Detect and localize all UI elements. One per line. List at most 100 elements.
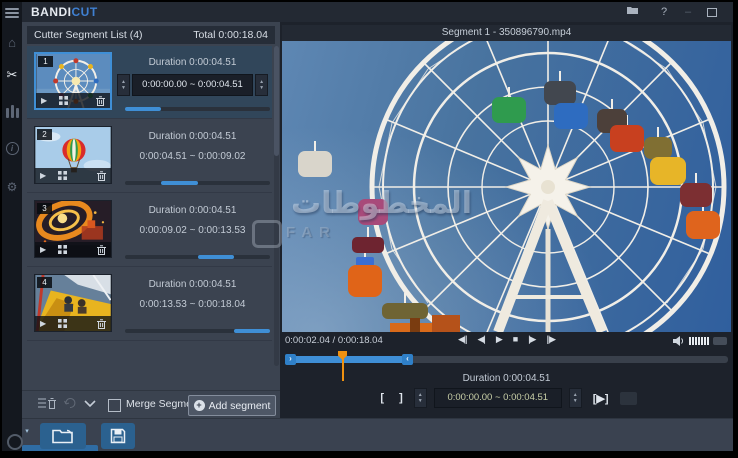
bandicut-window: ⌂ ✂ i ⚙ BANDICUT ? – Cutter Segment List… <box>2 2 733 451</box>
next-frame-button[interactable]: |▶ <box>528 334 535 345</box>
timeline[interactable]: › ‹ <box>285 354 728 365</box>
repeat-section-button[interactable] <box>620 392 637 405</box>
segment-list-panel: Cutter Segment List (4) Total 0:00:18.04… <box>22 22 280 418</box>
segment-progress <box>125 255 270 259</box>
settings-icon[interactable]: ⚙ <box>2 180 22 194</box>
segment-row[interactable]: 4 ▶ Duration 0:00:04.51 0:00:13.53 ~ 0:0… <box>27 268 272 341</box>
delete-all-segments-icon[interactable] <box>38 397 56 410</box>
trash-icon[interactable] <box>96 96 105 106</box>
home-icon[interactable]: ⌂ <box>2 36 22 50</box>
selection-range-input[interactable]: 0:00:00.00 ~ 0:00:04.51 <box>434 388 562 408</box>
play-icon[interactable]: ▶ <box>41 96 47 105</box>
folder-open-icon <box>52 429 74 444</box>
play-section-button[interactable]: [▶] <box>589 392 613 405</box>
range-spinner-right[interactable]: ▲▼ <box>569 388 582 408</box>
trash-icon[interactable] <box>97 171 106 181</box>
segment-progress <box>125 107 270 111</box>
chevron-down-icon[interactable] <box>84 400 96 407</box>
time-display: 0:00:02.04 / 0:00:18.04 <box>285 335 383 346</box>
status-circle-icon <box>7 434 23 450</box>
mark-out-button[interactable]: ] <box>395 392 407 404</box>
segment-progress <box>125 181 270 185</box>
join-icon[interactable] <box>2 104 22 118</box>
maximize-icon[interactable] <box>703 4 721 20</box>
player-title: Segment 1 - 350896790.mp4 <box>282 25 731 41</box>
info-icon[interactable]: i <box>2 140 22 155</box>
jump-start-button[interactable]: ◀|| <box>458 334 467 345</box>
speaker-icon[interactable] <box>672 335 685 347</box>
play-icon[interactable]: ▶ <box>40 319 46 328</box>
play-icon[interactable]: ▶ <box>40 171 46 180</box>
open-files-icon[interactable] <box>623 4 641 20</box>
undo-icon[interactable] <box>64 397 76 409</box>
segment-list-header: Cutter Segment List (4) Total 0:00:18.04 <box>27 26 275 44</box>
segment-progress <box>125 329 270 333</box>
save-icon <box>111 429 126 444</box>
segment-list-title: Cutter Segment List (4) <box>34 26 143 44</box>
segment-thumbnail[interactable]: 4 ▶ <box>34 274 112 332</box>
help-icon[interactable]: ? <box>655 4 673 20</box>
segment-range-input[interactable]: 0:00:00.00 ~ 0:00:04.51 <box>132 74 253 96</box>
player-controls: 0:00:02.04 / 0:00:18.04 ◀|| ◀| ▶ ■ |▶ ||… <box>280 333 733 350</box>
video-preview[interactable] <box>282 41 731 332</box>
thumbnail-toolbar: ▶ <box>36 93 110 108</box>
range-spinner-left[interactable]: ▲▼ <box>414 388 427 408</box>
player-panel: Segment 1 - 350896790.mp4 <box>280 22 733 418</box>
titlebar: BANDICUT ? – <box>22 2 733 22</box>
timeline-selection <box>285 356 412 363</box>
grid-icon[interactable] <box>59 96 68 105</box>
merge-segments-checkbox[interactable] <box>108 399 121 412</box>
add-segment-button[interactable]: + Add segment <box>188 395 276 416</box>
segment-number-badge: 4 <box>37 277 52 288</box>
segment-duration: Duration 0:00:04.51 <box>117 205 268 216</box>
jump-end-button[interactable]: ||▶ <box>546 334 555 345</box>
play-button[interactable]: ▶ <box>496 334 502 345</box>
selection-start-handle[interactable]: › <box>285 354 296 365</box>
ferris-wheel-image <box>282 41 731 332</box>
scrollbar-thumb[interactable] <box>274 46 279 156</box>
volume-level[interactable] <box>689 337 709 345</box>
segment-range: 0:00:09.02 ~ 0:00:13.53 <box>117 225 268 236</box>
menu-icon[interactable] <box>2 6 22 20</box>
open-file-button[interactable] <box>40 423 86 449</box>
plus-icon: + <box>194 400 205 411</box>
thumbnail-toolbar: ▶ <box>35 168 111 183</box>
stop-button[interactable]: ■ <box>513 334 517 345</box>
trash-icon[interactable] <box>97 245 106 255</box>
grid-icon[interactable] <box>58 319 67 328</box>
segment-number-badge: 3 <box>37 203 52 214</box>
segment-thumbnail[interactable]: 3 ▶ <box>34 200 112 258</box>
range-spinner-right[interactable]: ▲▼ <box>255 74 268 96</box>
segment-duration: Duration 0:00:04.51 <box>117 131 268 142</box>
segment-range: 0:00:13.53 ~ 0:00:18.04 <box>117 299 268 310</box>
segment-thumbnail[interactable]: 2 ▶ <box>34 126 112 184</box>
segment-duration: Duration 0:00:04.51 <box>117 279 268 290</box>
thumbnail-toolbar: ▶ <box>35 242 111 257</box>
segment-list-footer: Merge Segments + Add segment <box>22 390 280 419</box>
bottom-bar: ▾ Start <box>22 418 733 451</box>
app-logo: BANDICUT <box>31 5 98 19</box>
selection-duration: Duration 0:00:04.51 <box>280 373 733 384</box>
sidebar: ⌂ ✂ i ⚙ <box>2 2 22 451</box>
prev-frame-button[interactable]: ◀| <box>478 334 485 345</box>
save-button[interactable] <box>101 423 135 449</box>
segment-thumbnail[interactable]: 1 ▶ <box>34 52 112 110</box>
minimize-icon[interactable]: – <box>679 4 697 20</box>
range-spinner-left[interactable]: ▲▼ <box>117 74 130 96</box>
segment-row[interactable]: 2 ▶ Duration 0:00:04.51 0:00:04.51 ~ 0:0… <box>27 120 272 193</box>
segment-row[interactable]: 1 ▶ Duration 0:00:04.51 ▲▼ 0:00:00.00 ~ … <box>27 46 272 119</box>
trash-icon[interactable] <box>97 319 106 329</box>
segment-row[interactable]: 3 ▶ Duration 0:00:04.51 0:00:09.02 ~ 0:0… <box>27 194 272 267</box>
segment-number-badge: 2 <box>37 129 52 140</box>
selection-end-handle[interactable]: ‹ <box>402 354 413 365</box>
cut-icon[interactable]: ✂ <box>2 68 22 82</box>
segment-number-badge: 1 <box>38 56 53 67</box>
volume-extra[interactable] <box>713 337 727 345</box>
play-icon[interactable]: ▶ <box>40 245 46 254</box>
grid-icon[interactable] <box>58 171 67 180</box>
segment-range: 0:00:04.51 ~ 0:00:09.02 <box>117 151 268 162</box>
open-dropdown-button[interactable]: ▾ <box>22 419 32 445</box>
mark-in-button[interactable]: [ <box>376 392 388 404</box>
app-window: ⌂ ✂ i ⚙ BANDICUT ? – Cutter Segment List… <box>0 0 738 458</box>
grid-icon[interactable] <box>58 245 67 254</box>
